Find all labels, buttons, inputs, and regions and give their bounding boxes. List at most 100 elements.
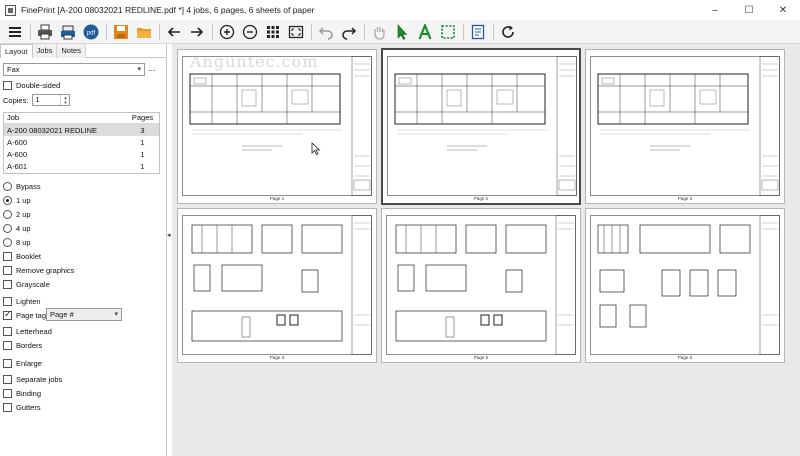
copies-value: 1 — [35, 95, 40, 104]
enlarge-option[interactable]: Enlarge — [3, 357, 42, 369]
sheet-page-6[interactable]: Page 6 — [585, 208, 785, 363]
booklet-checkbox[interactable] — [3, 251, 12, 261]
bypass-radio[interactable] — [3, 181, 12, 191]
mouse-cursor-icon — [311, 142, 321, 156]
grayscale-option[interactable]: Grayscale — [3, 278, 50, 290]
remove-graphics-checkbox[interactable] — [3, 265, 12, 275]
table-row[interactable]: A-600 1 — [4, 148, 159, 160]
save-button[interactable] — [110, 22, 132, 42]
grayscale-checkbox[interactable] — [3, 279, 12, 289]
open-button[interactable] — [133, 22, 155, 42]
tab-jobs[interactable]: Jobs — [32, 44, 58, 58]
lighten-option[interactable]: Lighten — [3, 295, 41, 307]
layout-option-4up[interactable]: 4 up — [3, 222, 31, 234]
8up-radio[interactable] — [3, 237, 12, 247]
tab-notes[interactable]: Notes — [57, 44, 86, 58]
sheet-page-4[interactable]: Page 4 — [177, 208, 377, 363]
pdf-icon: pdf — [83, 24, 99, 39]
separate-jobs-checkbox[interactable] — [3, 374, 12, 384]
job-column-header[interactable]: Job — [4, 113, 126, 123]
pdf-icon-label: pdf — [87, 30, 96, 36]
toolbar-separator — [159, 23, 160, 40]
properties-button[interactable] — [467, 22, 489, 42]
print-button[interactable] — [34, 22, 56, 42]
layout-option-8up[interactable]: 8 up — [3, 236, 31, 248]
minimize-button[interactable]: – — [698, 0, 732, 20]
booklet-option[interactable]: Booklet — [3, 250, 41, 262]
enlarge-label: Enlarge — [16, 358, 42, 368]
booklet-label: Booklet — [16, 251, 42, 261]
copies-stepper[interactable]: 1 ▲ ▼ — [32, 94, 71, 106]
pages-column-header[interactable]: Pages — [126, 113, 159, 123]
printer-more-button[interactable]: ... — [148, 63, 156, 73]
app-icon — [5, 4, 16, 16]
job-name: A-601 — [7, 161, 28, 171]
redo-icon — [342, 26, 357, 40]
2up-radio[interactable] — [3, 209, 12, 219]
gutters-option[interactable]: Gutters — [3, 401, 41, 413]
job-pages: 1 — [140, 137, 145, 147]
lighten-checkbox[interactable] — [3, 296, 12, 306]
forward-button[interactable] — [186, 22, 208, 42]
hand-tool-button[interactable] — [368, 22, 390, 42]
page-label: Page 5 — [473, 355, 489, 360]
table-row[interactable]: A-200 08032021 REDLINE 3 — [4, 124, 159, 136]
tab-layout[interactable]: Layout — [0, 44, 33, 58]
toolbar: pdf — [0, 20, 800, 44]
layout-option-bypass[interactable]: Bypass — [3, 180, 41, 192]
page-tag-option[interactable]: Page tag — [3, 309, 46, 321]
refresh-button[interactable] — [497, 22, 519, 42]
printer-select-value: Fax — [7, 65, 20, 74]
double-sided-option[interactable]: Double-sided — [3, 79, 60, 91]
maximize-button[interactable]: ☐ — [732, 0, 766, 20]
zoom-in-button[interactable] — [216, 22, 238, 42]
zoom-out-button[interactable] — [239, 22, 261, 42]
printer-button[interactable] — [57, 22, 79, 42]
menu-button[interactable] — [4, 22, 26, 42]
borders-option[interactable]: Borders — [3, 339, 42, 351]
letterhead-option[interactable]: Letterhead — [3, 325, 52, 337]
grid-view-button[interactable] — [262, 22, 284, 42]
sheet-page-1[interactable]: Page 1 — [177, 49, 377, 204]
remove-graphics-label: Remove graphics — [16, 265, 75, 275]
table-row[interactable]: A-600 1 — [4, 136, 159, 148]
binding-checkbox[interactable] — [3, 388, 12, 398]
layout-option-2up[interactable]: 2 up — [3, 208, 31, 220]
letterhead-checkbox[interactable] — [3, 326, 12, 336]
table-row[interactable]: A-601 1 — [4, 160, 159, 172]
pointer-tool-button[interactable] — [391, 22, 413, 42]
enlarge-checkbox[interactable] — [3, 358, 12, 368]
double-sided-checkbox[interactable] — [3, 80, 12, 90]
layout-panel: Layout Jobs Notes Fax ▾ ... Double-sided… — [0, 44, 167, 456]
separate-jobs-option[interactable]: Separate jobs — [3, 373, 62, 385]
select-rect-button[interactable] — [437, 22, 459, 42]
page-tag-select[interactable]: Page # ▾ — [46, 308, 122, 321]
redo-button[interactable] — [338, 22, 360, 42]
page-tag-checkbox[interactable] — [3, 309, 12, 320]
sheet-page-2[interactable]: Page 2 — [381, 48, 581, 205]
print-icon — [38, 24, 52, 39]
spin-arrows-icon[interactable]: ▲ ▼ — [60, 95, 69, 105]
toolbar-separator — [30, 23, 31, 40]
undo-button[interactable] — [315, 22, 337, 42]
1up-radio[interactable] — [3, 195, 12, 205]
back-button[interactable] — [163, 22, 185, 42]
text-tool-button[interactable] — [414, 22, 436, 42]
borders-checkbox[interactable] — [3, 340, 12, 350]
preview-area[interactable]: Page 1 Page 2 Page 3 Page 4 Page 5 Page … — [172, 44, 800, 456]
fit-page-icon — [288, 25, 304, 38]
fit-page-button[interactable] — [285, 22, 307, 42]
page-label: Page 1 — [269, 196, 285, 201]
printer-select[interactable]: Fax ▾ — [3, 63, 145, 76]
sheet-page-3[interactable]: Page 3 — [585, 49, 785, 204]
pdf-button[interactable]: pdf — [80, 22, 102, 42]
4up-radio[interactable] — [3, 223, 12, 233]
remove-graphics-option[interactable]: Remove graphics — [3, 264, 74, 276]
gutters-checkbox[interactable] — [3, 402, 12, 412]
sheet-page-5[interactable]: Page 5 — [381, 208, 581, 363]
elevation-drawing — [182, 215, 372, 355]
binding-option[interactable]: Binding — [3, 387, 41, 399]
layout-option-1up[interactable]: 1 up — [3, 194, 31, 206]
back-arrow-icon — [167, 26, 180, 37]
close-button[interactable]: ✕ — [766, 0, 800, 20]
